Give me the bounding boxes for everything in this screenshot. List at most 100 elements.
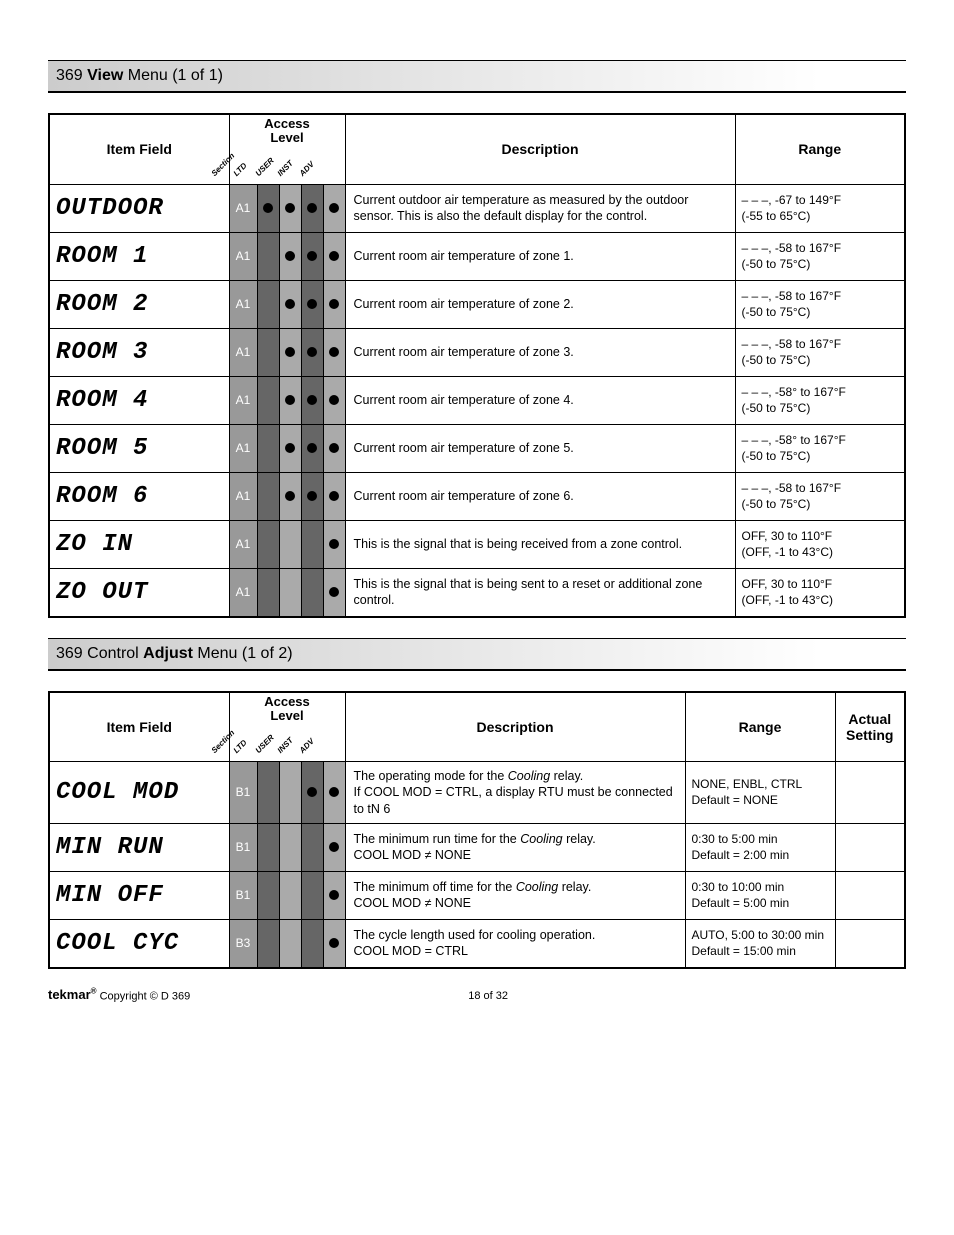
access-dot-cell bbox=[301, 823, 323, 871]
access-dot-cell bbox=[257, 762, 279, 824]
level-user: USER bbox=[253, 733, 275, 755]
adjust-menu-table: Item Field Access Level Section LTD USER… bbox=[48, 691, 906, 969]
range: NONE, ENBL, CTRLDefault = NONE bbox=[685, 762, 835, 824]
col-access: Access Level Section LTD USER INST ADV bbox=[229, 692, 345, 762]
access-dot-cell bbox=[279, 520, 301, 568]
range: – – –, -58 to 167°F(-50 to 75°C) bbox=[735, 280, 905, 328]
table-row: ROOM 4A1Current room air temperature of … bbox=[49, 376, 905, 424]
access-dot-cell bbox=[301, 520, 323, 568]
access-dot-cell bbox=[301, 568, 323, 617]
title-bold: Adjust bbox=[143, 645, 193, 662]
dot-icon bbox=[307, 347, 317, 357]
range: AUTO, 5:00 to 30:00 minDefault = 15:00 m… bbox=[685, 919, 835, 968]
actual-setting[interactable] bbox=[835, 919, 905, 968]
table-row: OUTDOORA1Current outdoor air temperature… bbox=[49, 184, 905, 232]
access-dot-cell bbox=[323, 280, 345, 328]
table-row: ROOM 2A1Current room air temperature of … bbox=[49, 280, 905, 328]
access-dot-cell bbox=[257, 328, 279, 376]
dot-icon bbox=[329, 203, 339, 213]
dot-icon bbox=[307, 443, 317, 453]
table-row: COOL CYCB3The cycle length used for cool… bbox=[49, 919, 905, 968]
description: Current room air temperature of zone 2. bbox=[345, 280, 735, 328]
section-ref: A1 bbox=[229, 424, 257, 472]
item-field: ROOM 6 bbox=[49, 472, 229, 520]
table-row: COOL MODB1The operating mode for the Coo… bbox=[49, 762, 905, 824]
section-ref: A1 bbox=[229, 232, 257, 280]
section-ref: B3 bbox=[229, 919, 257, 968]
item-field: COOL MOD bbox=[49, 762, 229, 824]
access-dot-cell bbox=[279, 184, 301, 232]
actual-setting[interactable] bbox=[835, 871, 905, 919]
item-field: ROOM 3 bbox=[49, 328, 229, 376]
actual-setting[interactable] bbox=[835, 762, 905, 824]
access-dot-cell bbox=[301, 184, 323, 232]
view-menu-title: 369 View Menu (1 of 1) bbox=[48, 60, 906, 93]
access-dot-cell bbox=[301, 762, 323, 824]
col-access: Access Level Section LTD USER INST ADV bbox=[229, 114, 345, 184]
access-dot-cell bbox=[323, 762, 345, 824]
access-dot-cell bbox=[279, 232, 301, 280]
access-dot-cell bbox=[279, 328, 301, 376]
access-dot-cell bbox=[323, 376, 345, 424]
description: This is the signal that is being sent to… bbox=[345, 568, 735, 617]
dot-icon bbox=[329, 443, 339, 453]
range: 0:30 to 10:00 minDefault = 5:00 min bbox=[685, 871, 835, 919]
description: This is the signal that is being receive… bbox=[345, 520, 735, 568]
range: 0:30 to 5:00 minDefault = 2:00 min bbox=[685, 823, 835, 871]
dot-icon bbox=[307, 491, 317, 501]
access-dot-cell bbox=[257, 184, 279, 232]
col-actual: Actual Setting bbox=[835, 692, 905, 762]
dot-icon bbox=[285, 251, 295, 261]
dot-icon bbox=[285, 203, 295, 213]
access-dot-cell bbox=[257, 376, 279, 424]
level-adv: ADV bbox=[297, 737, 315, 755]
access-dot-cell bbox=[279, 762, 301, 824]
dot-icon bbox=[329, 587, 339, 597]
col-desc: Description bbox=[345, 114, 735, 184]
item-field: ROOM 4 bbox=[49, 376, 229, 424]
access-dot-cell bbox=[301, 424, 323, 472]
access-dot-cell bbox=[279, 919, 301, 968]
description: The minimum off time for the Cooling rel… bbox=[345, 871, 685, 919]
dot-icon bbox=[329, 395, 339, 405]
dot-icon bbox=[329, 251, 339, 261]
description: Current room air temperature of zone 5. bbox=[345, 424, 735, 472]
table-row: ROOM 5A1Current room air temperature of … bbox=[49, 424, 905, 472]
table-row: ROOM 1A1 Current room air temperature of … bbox=[49, 232, 905, 280]
item-field: ZO OUT bbox=[49, 568, 229, 617]
access-dot-cell bbox=[301, 376, 323, 424]
access-dot-cell bbox=[323, 232, 345, 280]
adjust-menu-title: 369 Control Adjust Menu (1 of 2) bbox=[48, 638, 906, 671]
section-ref: A1 bbox=[229, 280, 257, 328]
access-dot-cell bbox=[323, 472, 345, 520]
view-menu-table: Item Field Access Level Section LTD USER… bbox=[48, 113, 906, 618]
dot-icon bbox=[329, 347, 339, 357]
dot-icon bbox=[285, 299, 295, 309]
access-dot-cell bbox=[257, 823, 279, 871]
table-row: ROOM 3A1Current room air temperature of … bbox=[49, 328, 905, 376]
access-dot-cell bbox=[257, 520, 279, 568]
access-dot-cell bbox=[323, 424, 345, 472]
description: Current room air temperature of zone 1. bbox=[345, 232, 735, 280]
access-dot-cell bbox=[257, 280, 279, 328]
title-bold: View bbox=[87, 67, 123, 84]
level-ltd: LTD bbox=[231, 161, 248, 178]
access-dot-cell bbox=[301, 328, 323, 376]
access-dot-cell bbox=[323, 823, 345, 871]
dot-icon bbox=[329, 938, 339, 948]
access-dot-cell bbox=[323, 328, 345, 376]
section-ref: A1 bbox=[229, 184, 257, 232]
page-footer: tekmar® Copyright © D 369 18 of 32 bbox=[48, 987, 906, 1002]
access-dot-cell bbox=[279, 472, 301, 520]
title-suffix: Menu (1 of 1) bbox=[123, 67, 223, 84]
actual-setting[interactable] bbox=[835, 823, 905, 871]
dot-icon bbox=[329, 539, 339, 549]
dot-icon bbox=[285, 395, 295, 405]
range: OFF, 30 to 110°F(OFF, -1 to 43°C) bbox=[735, 520, 905, 568]
col-item: Item Field bbox=[49, 692, 229, 762]
description: The cycle length used for cooling operat… bbox=[345, 919, 685, 968]
section-ref: A1 bbox=[229, 472, 257, 520]
range: – – –, -58 to 167°F(-50 to 75°C) bbox=[735, 472, 905, 520]
col-item: Item Field bbox=[49, 114, 229, 184]
item-field: ROOM 1 bbox=[49, 232, 229, 280]
